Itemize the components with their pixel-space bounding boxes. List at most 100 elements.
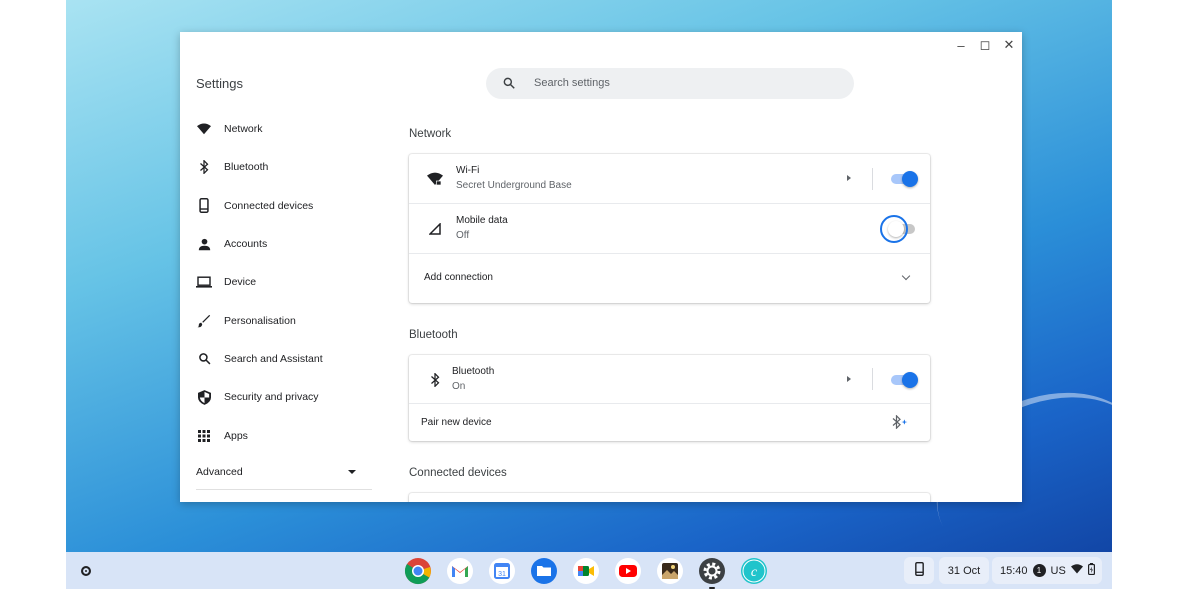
add-connection-label: Add connection — [424, 272, 493, 283]
wifi-icon — [196, 121, 212, 137]
mobile-data-row[interactable]: Mobile data Off — [409, 204, 930, 254]
calendar-icon[interactable]: 31 — [488, 557, 516, 585]
sidebar-item-label: Security and privacy — [224, 391, 319, 404]
bluetooth-section-title: Bluetooth — [409, 329, 458, 341]
shelf: 31 c 31 Oct 15:40 1 US — [66, 552, 1112, 589]
bluetooth-icon — [427, 372, 443, 388]
sidebar-item-label: Network — [224, 123, 263, 136]
sidebar-item-apps[interactable]: Apps — [180, 416, 372, 454]
phone-icon — [196, 198, 212, 214]
window-controls: – ◻ ✕ — [952, 36, 1018, 54]
caret-down-icon — [348, 469, 356, 474]
search-input[interactable]: Search settings — [486, 68, 854, 99]
person-icon — [196, 236, 212, 252]
meet-icon[interactable] — [572, 557, 600, 585]
canva-icon[interactable]: c — [740, 557, 768, 585]
connected-devices-card — [409, 493, 930, 502]
wifi-toggle[interactable] — [891, 171, 918, 187]
youtube-icon[interactable] — [614, 557, 642, 585]
close-icon[interactable]: ✕ — [1000, 36, 1018, 54]
mobile-data-title: Mobile data — [456, 215, 508, 226]
gmail-icon[interactable] — [446, 557, 474, 585]
pair-new-device-row[interactable]: Pair new device — [409, 404, 930, 441]
pair-new-device-label: Pair new device — [421, 417, 492, 428]
svg-text:c: c — [751, 565, 758, 580]
files-icon[interactable] — [530, 557, 558, 585]
brush-icon — [196, 313, 212, 329]
settings-icon[interactable] — [698, 557, 726, 589]
focus-ring — [880, 215, 908, 243]
status-tray[interactable]: 15:40 1 US — [992, 557, 1102, 584]
notification-count-badge: 1 — [1032, 564, 1046, 577]
page-title: Settings — [196, 76, 243, 91]
chevron-down-icon — [901, 271, 911, 281]
sidebar-item-label: Personalisation — [224, 314, 296, 327]
separator — [872, 368, 873, 390]
wifi-title: Wi-Fi — [456, 165, 480, 176]
sidebar-item-connected-devices[interactable]: Connected devices — [180, 187, 372, 225]
phone-hub-icon — [914, 562, 924, 579]
sidebar: Network Bluetooth Connected devices Acco… — [180, 110, 372, 489]
bluetooth-status: On — [452, 381, 466, 392]
sidebar-item-label: Accounts — [224, 238, 268, 251]
search-icon — [503, 77, 515, 89]
sidebar-item-device[interactable]: Device — [180, 263, 372, 301]
bluetooth-add-icon — [892, 414, 908, 434]
settings-window: – ◻ ✕ Settings Search settings Network B… — [180, 32, 1022, 502]
launcher-button[interactable] — [76, 561, 96, 581]
separator — [872, 168, 873, 190]
bluetooth-card: Bluetooth On Pair new device — [409, 355, 930, 441]
add-connection-row[interactable]: Add connection — [409, 254, 930, 303]
wifi-status-icon — [1070, 564, 1083, 577]
laptop-icon — [196, 274, 212, 290]
date-tray[interactable]: 31 Oct — [939, 557, 989, 584]
wifi-subpage-arrow-icon[interactable] — [847, 175, 851, 181]
phone-hub-button[interactable] — [904, 557, 934, 584]
wifi-network-name: Secret Underground Base — [456, 180, 572, 191]
shield-icon — [196, 389, 212, 405]
maximize-icon[interactable]: ◻ — [976, 36, 994, 54]
time-label: 15:40 — [1000, 564, 1028, 577]
svg-text:31: 31 — [498, 571, 506, 578]
toggle-knob — [902, 171, 918, 187]
pinned-apps: 31 c — [404, 557, 768, 589]
sidebar-item-personalisation[interactable]: Personalisation — [180, 301, 372, 339]
mobile-data-status: Off — [456, 230, 470, 241]
sidebar-item-search-assistant[interactable]: Search and Assistant — [180, 340, 372, 378]
sidebar-item-label: Device — [224, 276, 257, 289]
bluetooth-toggle[interactable] — [891, 372, 918, 388]
wifi-row[interactable]: Wi-Fi Secret Underground Base — [409, 154, 930, 204]
bluetooth-row[interactable]: Bluetooth On — [409, 355, 930, 404]
sidebar-item-label: Connected devices — [224, 199, 314, 212]
search-icon — [196, 351, 212, 367]
network-card: Wi-Fi Secret Underground Base Mobile dat… — [409, 154, 930, 303]
sidebar-advanced-toggle[interactable]: Advanced — [180, 455, 372, 489]
minimize-icon[interactable]: – — [952, 36, 970, 54]
chrome-icon[interactable] — [404, 557, 432, 585]
battery-icon — [1087, 563, 1095, 578]
wifi-locked-icon — [427, 171, 443, 187]
advanced-label: Advanced — [196, 465, 243, 478]
sidebar-divider — [196, 489, 372, 490]
bluetooth-icon — [196, 159, 212, 175]
toggle-knob — [902, 372, 918, 388]
sidebar-item-bluetooth[interactable]: Bluetooth — [180, 148, 372, 186]
search-placeholder: Search settings — [534, 77, 610, 89]
sidebar-item-network[interactable]: Network — [180, 110, 372, 148]
cellular-signal-icon — [427, 221, 443, 237]
sidebar-item-accounts[interactable]: Accounts — [180, 225, 372, 263]
bluetooth-title: Bluetooth — [452, 366, 495, 377]
sidebar-item-label: Bluetooth — [224, 161, 269, 174]
date-label: 31 Oct — [947, 564, 981, 577]
connected-devices-section-title: Connected devices — [409, 467, 507, 479]
apps-grid-icon — [196, 428, 212, 444]
bluetooth-subpage-arrow-icon[interactable] — [847, 376, 851, 382]
photo-app-icon[interactable] — [656, 557, 684, 585]
sidebar-item-label: Apps — [224, 429, 248, 442]
launcher-icon — [81, 566, 91, 576]
network-section-title: Network — [409, 128, 452, 140]
ime-label: US — [1050, 564, 1066, 577]
sidebar-item-security[interactable]: Security and privacy — [180, 378, 372, 416]
desktop: – ◻ ✕ Settings Search settings Network B… — [66, 0, 1112, 589]
sidebar-item-label: Search and Assistant — [224, 352, 323, 365]
